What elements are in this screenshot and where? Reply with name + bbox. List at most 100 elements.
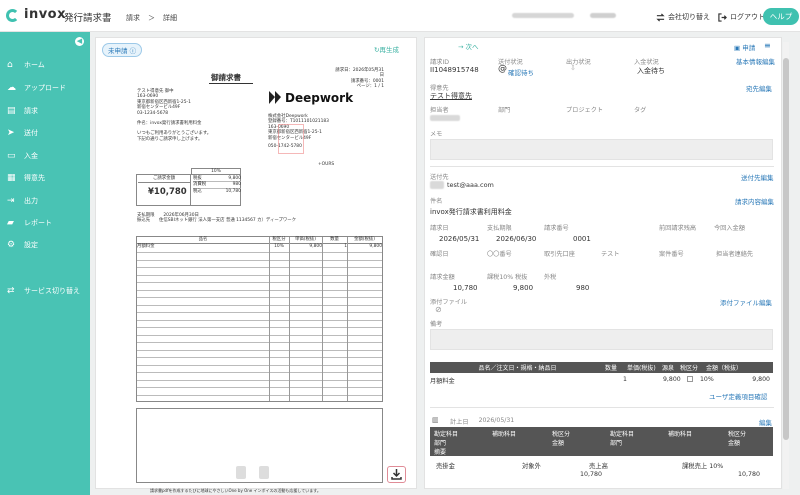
user-name-blurred bbox=[590, 13, 616, 18]
line-item-row: 月額料金 1 9,800 10% 9,800 bbox=[430, 376, 770, 385]
user-defined-fields-link[interactable]: ユーザ定義項目確認 bbox=[709, 391, 767, 401]
total-amount: ¥10,780 bbox=[148, 187, 187, 197]
dates-labels: 請求日 支払期限 請求番号 前回請求残高 今回入金額 bbox=[430, 225, 745, 232]
switch-company-link[interactable]: 会社切り替え bbox=[656, 12, 710, 22]
breadcrumb-detail: 詳細 bbox=[163, 14, 177, 22]
send-status-icon: @ bbox=[498, 64, 507, 74]
sidebar-item-label: ホーム bbox=[24, 61, 45, 69]
table-column-line bbox=[347, 237, 348, 401]
issue-meta: 請求日：2026年05月31日 請求番号：0001 ページ：1 / 1 bbox=[335, 68, 384, 90]
paperclip-icon[interactable]: ⊘ bbox=[435, 305, 442, 314]
notes-field[interactable] bbox=[430, 329, 773, 350]
basic-info-edit-link[interactable]: 基本情報編集 bbox=[736, 56, 775, 66]
sidebar-item-5[interactable]: ▦ 得意先 bbox=[7, 173, 45, 183]
menu-icon[interactable]: ≡ bbox=[764, 41, 771, 50]
sidebar-item-6[interactable]: ⇥ 出力 bbox=[7, 196, 38, 206]
gear-icon: ⚙ bbox=[7, 240, 16, 250]
journal-amounts: 10,780 10,780 bbox=[580, 471, 761, 478]
download-button[interactable] bbox=[387, 466, 406, 483]
building-icon: ▦ bbox=[7, 173, 16, 183]
items-table-row: 月額料金 10% 9,800 1 9,800 bbox=[137, 244, 382, 249]
logout-link[interactable]: ログアウト bbox=[718, 12, 765, 22]
scrollbar-thumb[interactable] bbox=[783, 58, 789, 440]
next-button[interactable]: → 次へ bbox=[458, 41, 479, 51]
home-icon: ⌂ bbox=[7, 60, 13, 70]
table-row-line bbox=[137, 349, 382, 351]
status-labels: 請求ID 送付状況 出力状況 入金状況 bbox=[430, 59, 659, 66]
paper-plane-icon: ➤ bbox=[7, 128, 15, 138]
apply-icon: ▣ bbox=[734, 44, 741, 52]
notes-label: 備考 bbox=[430, 321, 443, 328]
table-row-line bbox=[137, 304, 382, 306]
table-row-line bbox=[137, 327, 382, 328]
withholding-checkbox[interactable] bbox=[687, 376, 693, 382]
table-row-line bbox=[137, 274, 382, 276]
subject-value: invox発行請求書利用料金 bbox=[430, 208, 512, 216]
send-to-email: test@aaa.com bbox=[447, 181, 494, 189]
subject-label: 件名 bbox=[430, 198, 443, 205]
invoice-title: 御請求書 bbox=[211, 73, 241, 82]
sidebar-item-label: レポート bbox=[24, 219, 52, 227]
customer-link[interactable]: テスト得意先 bbox=[430, 91, 472, 101]
sidebar-item-2[interactable]: ▤ 請求 bbox=[7, 106, 38, 116]
switch-company-label: 会社切り替え bbox=[668, 13, 710, 21]
cloud-upload-icon: ☁ bbox=[7, 83, 16, 93]
title-underline bbox=[209, 83, 253, 84]
sidebar-item-label: 入金 bbox=[24, 152, 38, 160]
sidebar-item-7[interactable]: ▰ レポート bbox=[7, 218, 52, 228]
send-to-edit-link[interactable]: 送付先編集 bbox=[741, 172, 774, 182]
sidebar bbox=[0, 32, 90, 495]
extra-labels: 確認日 〇〇番号 取引先口座 テスト 案件番号 担当者連絡先 bbox=[430, 251, 754, 258]
prev-page-button[interactable] bbox=[236, 466, 246, 479]
journal-edit-link[interactable]: 編集 bbox=[759, 417, 772, 427]
footer-note: 請求書pdfを作成するたびに地球にやさしいOne by One インボイスの活動… bbox=[150, 488, 321, 493]
collapse-sidebar-icon[interactable]: ◀ bbox=[75, 37, 84, 46]
send-to-label: 送付先 bbox=[430, 174, 449, 181]
company-name-blurred bbox=[512, 13, 574, 18]
sidebar-item-label: 出力 bbox=[24, 197, 38, 205]
sidebar-item-label: アップロード bbox=[24, 84, 66, 92]
app-logo[interactable]: invox bbox=[24, 7, 66, 22]
tax-breakdown: 税抜 9,800 消費税 980 税込 10,780 bbox=[193, 176, 241, 194]
sidebar-item-label: 得意先 bbox=[24, 174, 45, 182]
sidebar-item-label: 設定 bbox=[24, 241, 38, 249]
attachment-edit-link[interactable]: 添付ファイル編集 bbox=[720, 297, 772, 307]
amount-values: 10,780 9,800 980 bbox=[453, 284, 590, 292]
regenerate-button[interactable]: ↻再生成 bbox=[374, 44, 399, 54]
seal-area-label: +OURS bbox=[318, 162, 335, 167]
table-row-line bbox=[137, 289, 382, 291]
brand-logo-icon bbox=[268, 90, 282, 106]
apply-button[interactable]: ▣ 申請 bbox=[734, 42, 755, 52]
sidebar-item-1[interactable]: ☁ アップロード bbox=[7, 83, 66, 93]
app-subtitle: 発行請求書 bbox=[64, 13, 112, 24]
table-row-line bbox=[137, 379, 382, 381]
table-row-line bbox=[137, 372, 382, 373]
table-column-line bbox=[289, 237, 290, 401]
status-badge: 未申請 ⓘ bbox=[102, 43, 143, 57]
memo-field[interactable] bbox=[430, 139, 773, 160]
switch-company-icon bbox=[656, 12, 665, 22]
table-column-line bbox=[269, 237, 270, 401]
chart-icon: ▰ bbox=[7, 218, 14, 228]
amount-box: 10% ご請求金額 ¥10,780 税抜 9,800 消費税 980 税込 10,78… bbox=[136, 168, 241, 206]
next-page-button[interactable] bbox=[259, 466, 269, 479]
sidebar-item-0[interactable]: ⌂ ホーム bbox=[7, 60, 45, 70]
table-row-line bbox=[137, 364, 382, 366]
help-button[interactable]: ヘルプ bbox=[763, 8, 799, 25]
sidebar-item-8[interactable]: ⚙ 設定 bbox=[7, 240, 38, 250]
company-seal bbox=[278, 124, 304, 154]
sidebar-item-3[interactable]: ➤ 送付 bbox=[7, 128, 38, 138]
brand-name: Deepwork bbox=[285, 91, 354, 105]
breadcrumb-separator: ＞ bbox=[148, 14, 155, 22]
content-edit-link[interactable]: 請求内容編集 bbox=[735, 196, 774, 206]
table-row-line bbox=[137, 387, 382, 388]
assignee-blurred bbox=[430, 115, 460, 121]
sidebar-item-9[interactable]: ⇄ サービス切り替え bbox=[7, 286, 80, 296]
sidebar-item-4[interactable]: ▭ 入金 bbox=[7, 151, 38, 161]
payment-info: 支払期限 2026年06月30日 振込先 住信SBIネット銀行 法人第一支店 普… bbox=[137, 213, 297, 224]
invoice-id: II1048915748 bbox=[430, 66, 479, 74]
breadcrumb-invoice[interactable]: 請求 bbox=[126, 13, 140, 23]
destination-edit-link[interactable]: 宛先編集 bbox=[746, 83, 772, 93]
send-status-link[interactable]: 確認待ち bbox=[508, 67, 534, 77]
breadcrumb: 請求 ＞ 詳細 bbox=[126, 13, 177, 23]
